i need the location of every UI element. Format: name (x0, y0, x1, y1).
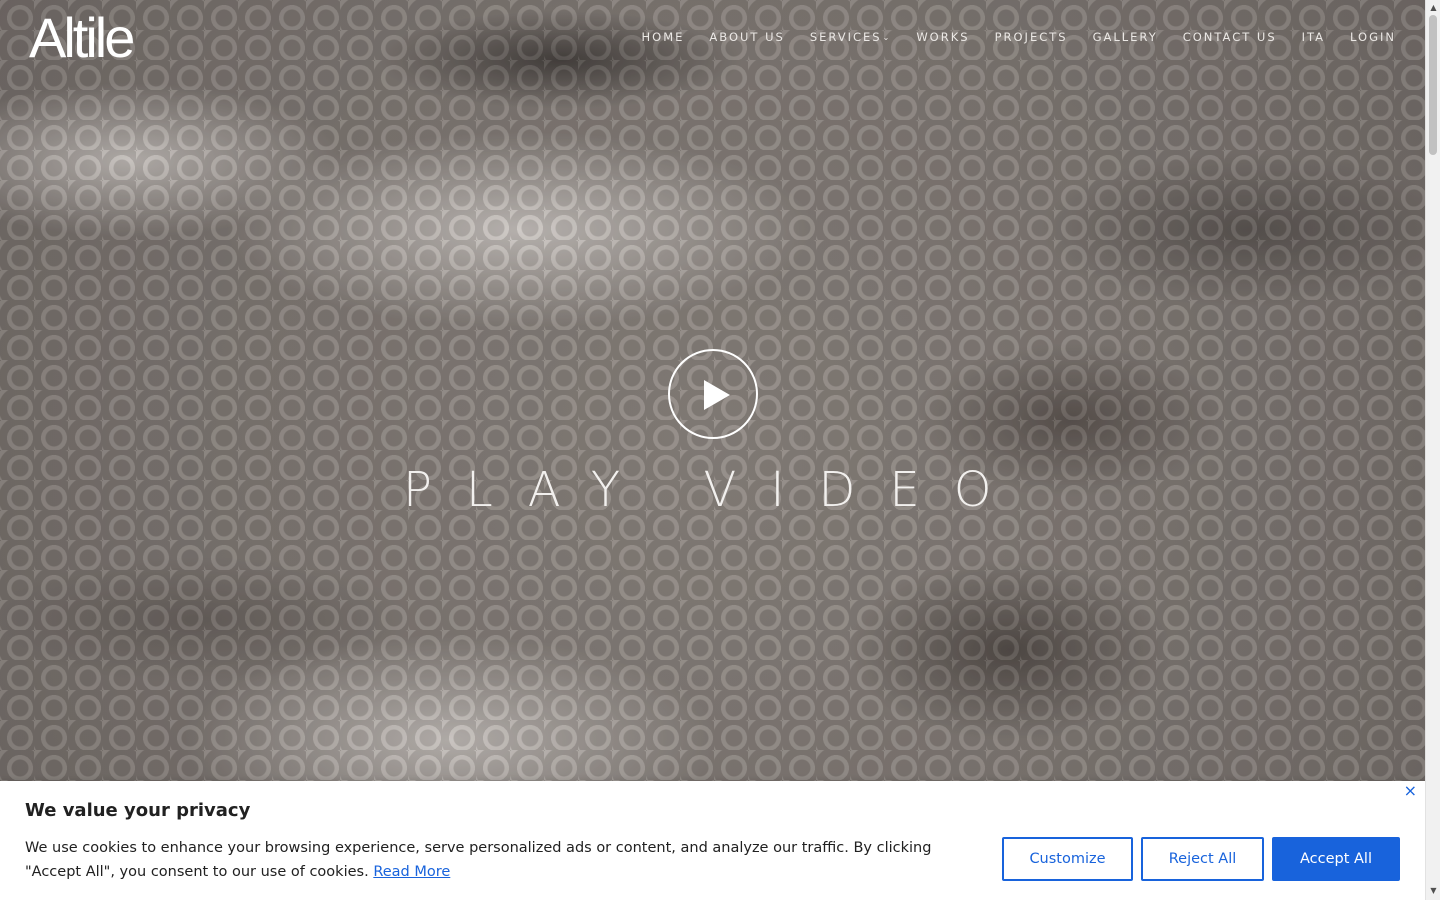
nav-item-projects[interactable]: PROJECTS (982, 29, 1080, 46)
nav-item-language-ita[interactable]: ITA (1289, 29, 1337, 46)
accept-all-button[interactable]: Accept All (1272, 837, 1400, 881)
scroll-up-arrow-icon[interactable]: ▲ (1426, 0, 1440, 15)
cookie-consent-banner: We value your privacy We use cookies to … (0, 781, 1425, 900)
scrollbar-thumb[interactable] (1429, 15, 1437, 155)
cookie-banner-description: We use cookies to enhance your browsing … (25, 840, 932, 880)
nav-item-login[interactable]: LOGIN (1338, 29, 1396, 46)
site-logo[interactable]: Altile (29, 8, 135, 68)
close-icon[interactable]: × (1404, 781, 1417, 801)
hero-video-background (0, 0, 1425, 900)
scroll-down-arrow-icon[interactable]: ▼ (1426, 883, 1440, 898)
play-video-label[interactable]: PLAY VIDEO (403, 462, 1026, 518)
nav-item-services-label: SERVICES (809, 30, 882, 44)
play-video-button[interactable] (668, 349, 758, 439)
nav-item-works[interactable]: WORKS (904, 29, 982, 46)
cookie-banner-text: We use cookies to enhance your browsing … (25, 836, 975, 884)
customize-button[interactable]: Customize (1002, 837, 1133, 881)
reject-all-button[interactable]: Reject All (1141, 837, 1264, 881)
read-more-link[interactable]: Read More (373, 864, 450, 880)
chevron-down-icon: ⌄ (882, 33, 892, 42)
nav-item-home[interactable]: HOME (629, 29, 697, 46)
cookie-banner-title: We value your privacy (25, 800, 251, 821)
play-icon (704, 380, 730, 410)
nav-item-services[interactable]: SERVICES⌄ (797, 29, 904, 46)
nav-item-contact-us[interactable]: CONTACT US (1170, 29, 1289, 46)
nav-item-gallery[interactable]: GALLERY (1080, 29, 1170, 46)
main-navigation: HOME ABOUT US SERVICES⌄ WORKS PROJECTS G… (629, 29, 1396, 46)
page-scrollbar[interactable]: ▲ ▼ (1425, 0, 1440, 900)
nav-item-about-us[interactable]: ABOUT US (697, 29, 797, 46)
